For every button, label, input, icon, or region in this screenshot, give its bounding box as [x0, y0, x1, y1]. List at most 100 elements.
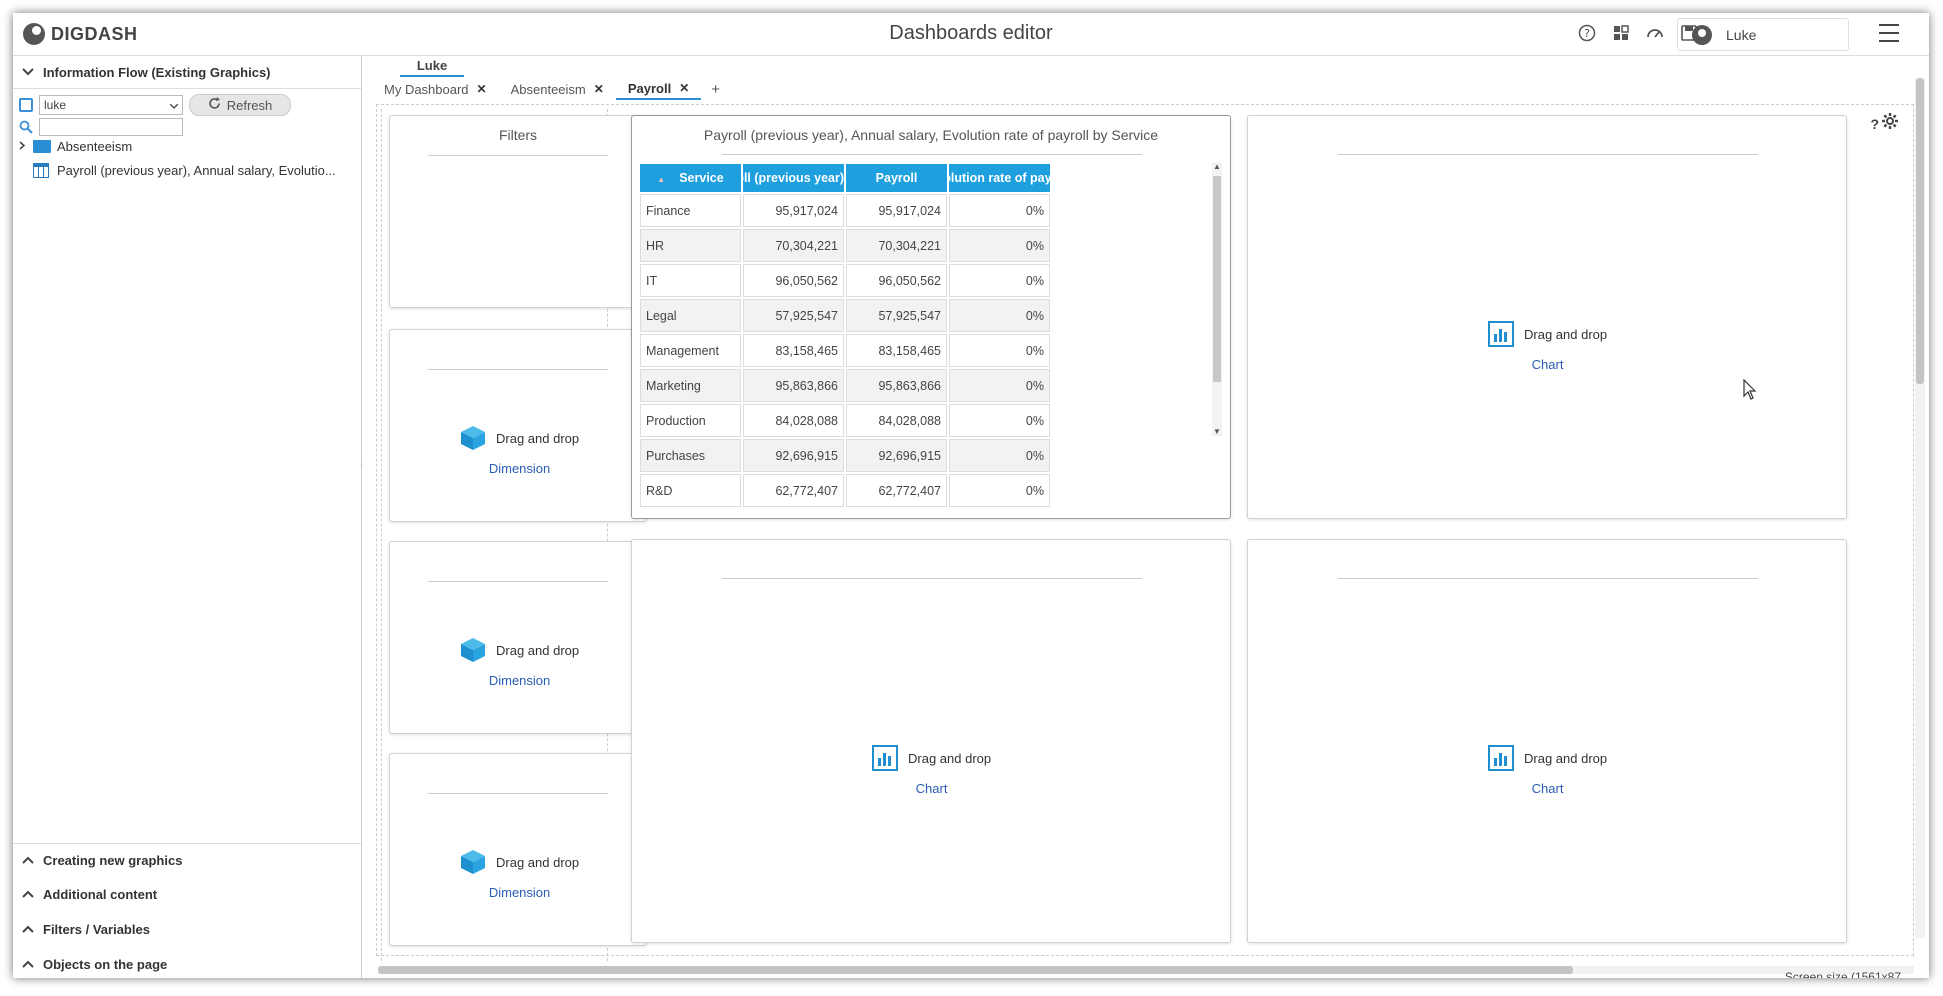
cell-value: 84,028,088 — [743, 404, 844, 437]
section-information-flow-label: Information Flow (Existing Graphics) — [43, 64, 271, 80]
flow-select[interactable]: luke — [39, 95, 183, 115]
scroll-thumb[interactable] — [1213, 176, 1221, 382]
gauge-icon[interactable] — [1645, 23, 1665, 43]
tree-item-payroll[interactable]: Payroll (previous year), Annual salary, … — [19, 163, 336, 178]
add-tab-button[interactable]: + — [701, 81, 730, 98]
cell-value: 70,304,221 — [743, 229, 844, 262]
table-row[interactable]: Management 83,158,465 83,158,465 0% — [640, 334, 1050, 367]
title-divider — [1338, 578, 1758, 579]
column-header-payroll-previous-year[interactable]: Payroll (previous year) — [743, 164, 844, 192]
dimension-link[interactable]: Dimension — [489, 673, 550, 688]
table-row[interactable]: Finance 95,917,024 95,917,024 0% — [640, 194, 1050, 227]
chevron-up-icon — [21, 957, 35, 971]
user-name: Luke — [1726, 26, 1757, 43]
chart-link[interactable]: Chart — [1532, 357, 1564, 372]
table-row[interactable]: Purchases 92,696,915 92,696,915 0% — [640, 439, 1050, 472]
table-row[interactable]: Production 84,028,088 84,028,088 0% — [640, 404, 1050, 437]
cell-value: 57,925,547 — [743, 299, 844, 332]
section-label: Creating new graphics — [43, 852, 183, 868]
refresh-button[interactable]: Refresh — [189, 94, 291, 116]
dimension-link[interactable]: Dimension — [489, 885, 550, 900]
help-icon[interactable]: ? — [1577, 23, 1597, 43]
table-row[interactable]: Legal 57,925,547 57,925,547 0% — [640, 299, 1050, 332]
tab-owner-label: Luke — [400, 58, 464, 77]
drag-and-drop-label: Drag and drop — [496, 854, 580, 870]
cell-service: R&D — [640, 474, 741, 507]
table-row[interactable]: Marketing 95,863,866 95,863,866 0% — [640, 369, 1050, 402]
chevron-right-icon[interactable] — [19, 140, 29, 153]
chevron-up-icon — [21, 922, 35, 936]
dimension-card[interactable]: Drag and drop Dimension — [389, 329, 647, 522]
cell-value: 0% — [949, 439, 1050, 472]
table-row[interactable]: R&D 62,772,407 62,772,407 0% — [640, 474, 1050, 507]
cell-value: 0% — [949, 299, 1050, 332]
sort-ascending-icon: ▲ — [657, 175, 666, 184]
section-objects-on-page[interactable]: Objects on the page — [13, 948, 361, 978]
column-header-evolution-rate[interactable]: Evolution rate of payroll — [949, 164, 1050, 192]
cell-value: 70,304,221 — [846, 229, 947, 262]
chart-card[interactable]: Drag and drop Chart — [1247, 539, 1847, 943]
cell-service: Marketing — [640, 369, 741, 402]
cell-value: 0% — [949, 404, 1050, 437]
cell-value: 92,696,915 — [846, 439, 947, 472]
main-editor: Luke My Dashboard ✕ Absenteeism ✕ Payrol… — [362, 56, 1929, 978]
column-header-service[interactable]: ▲ Service — [640, 164, 741, 192]
chart-card[interactable]: Drag and drop Chart — [1247, 115, 1847, 519]
drop-zone[interactable]: Drag and drop Chart — [1488, 745, 1607, 796]
column-header-payroll[interactable]: Payroll — [846, 164, 947, 192]
drop-zone[interactable]: Drag and drop Dimension — [460, 849, 579, 900]
table-scrollbar[interactable]: ▲ ▼ — [1212, 162, 1222, 436]
dimension-card[interactable]: Drag and drop Dimension — [389, 541, 647, 734]
cell-value: 95,863,866 — [743, 369, 844, 402]
close-icon[interactable]: ✕ — [594, 82, 604, 96]
section-label: Filters / Variables — [43, 921, 150, 937]
hamburger-menu-icon[interactable] — [1879, 24, 1899, 42]
refresh-label: Refresh — [226, 97, 273, 113]
dimension-link[interactable]: Dimension — [489, 461, 550, 476]
drop-zone[interactable]: Drag and drop Dimension — [460, 637, 579, 688]
filters-card[interactable]: Filters — [389, 115, 647, 308]
widgets-icon[interactable] — [1611, 23, 1631, 43]
search-input[interactable] — [39, 118, 183, 136]
search-row — [19, 118, 183, 136]
section-creating-new-graphics[interactable]: Creating new graphics — [13, 843, 361, 876]
table-row[interactable]: IT 96,050,562 96,050,562 0% — [640, 264, 1050, 297]
cell-service: Finance — [640, 194, 741, 227]
close-icon[interactable]: ✕ — [477, 82, 487, 96]
folder-icon — [33, 140, 51, 153]
horizontal-scrollbar[interactable] — [378, 966, 1914, 974]
scroll-thumb[interactable] — [378, 966, 1573, 974]
table-header-row: ▲Service Payroll (previous year) Payroll… — [640, 164, 1050, 192]
user-menu-button[interactable]: Luke — [1677, 18, 1849, 51]
chevron-up-icon — [21, 853, 35, 867]
close-icon[interactable]: ✕ — [679, 81, 689, 95]
tree-item-absenteeism[interactable]: Absenteeism — [19, 139, 132, 154]
section-information-flow[interactable]: Information Flow (Existing Graphics) — [13, 56, 361, 89]
payroll-table-card[interactable]: Payroll (previous year), Annual salary, … — [631, 115, 1231, 519]
chart-link[interactable]: Chart — [1532, 781, 1564, 796]
drop-zone[interactable]: Drag and drop Dimension — [460, 425, 579, 476]
table-row[interactable]: HR 70,304,221 70,304,221 0% — [640, 229, 1050, 262]
section-filters-variables[interactable]: Filters / Variables — [13, 913, 361, 945]
scroll-up-icon[interactable]: ▲ — [1212, 162, 1222, 171]
vertical-scrollbar[interactable] — [1915, 78, 1925, 938]
dimension-card[interactable]: Drag and drop Dimension — [389, 753, 647, 946]
title-divider — [722, 578, 1142, 579]
section-label: Objects on the page — [43, 956, 168, 972]
chart-card[interactable]: Drag and drop Chart — [631, 539, 1231, 943]
chevron-down-icon — [169, 98, 179, 112]
cell-value: 96,050,562 — [846, 264, 947, 297]
chart-link[interactable]: Chart — [916, 781, 948, 796]
dashboard-tabs: My Dashboard ✕ Absenteeism ✕ Payroll ✕ + — [372, 78, 730, 100]
section-additional-content[interactable]: Additional content — [13, 878, 361, 910]
scroll-down-icon[interactable]: ▼ — [1212, 427, 1222, 436]
cell-value: 0% — [949, 334, 1050, 367]
scroll-thumb[interactable] — [1916, 78, 1924, 384]
tab-absenteeism[interactable]: Absenteeism ✕ — [499, 79, 616, 99]
tab-payroll[interactable]: Payroll ✕ — [615, 78, 702, 100]
cell-value: 83,158,465 — [846, 334, 947, 367]
chevron-down-icon — [21, 65, 35, 79]
tab-my-dashboard[interactable]: My Dashboard ✕ — [372, 79, 499, 99]
drop-zone[interactable]: Drag and drop Chart — [872, 745, 991, 796]
drop-zone[interactable]: Drag and drop Chart — [1488, 321, 1607, 372]
